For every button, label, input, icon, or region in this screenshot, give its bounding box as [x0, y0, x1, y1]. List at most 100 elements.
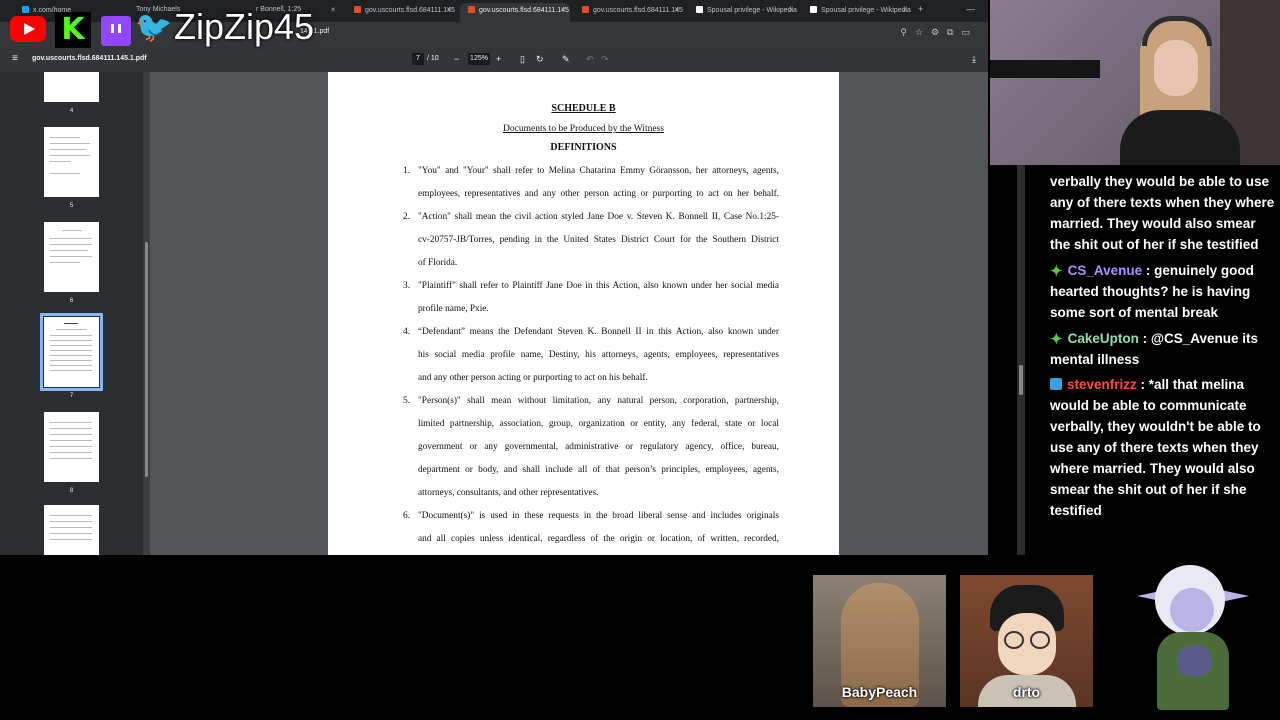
- text-line: cv-20757-JB/Torres, pending in the Unite…: [418, 235, 779, 245]
- pdf-viewer: 4 5 6 7 8 SCHEDULE B Documents to be Pro…: [0, 72, 988, 555]
- close-icon[interactable]: ✕: [674, 6, 680, 14]
- zoom-input[interactable]: 125%: [468, 53, 490, 65]
- page-scrollbar[interactable]: [1017, 165, 1025, 555]
- chat-username[interactable]: stevenfrizz: [1067, 377, 1137, 392]
- page-number-input[interactable]: 7: [412, 53, 424, 65]
- headset-icon: [1142, 16, 1212, 46]
- address-bar-icons[interactable]: ⚲☆⚙⧉▭: [900, 27, 978, 38]
- redo-icon[interactable]: ↷: [601, 54, 609, 65]
- chat-message: ✦ CakeUpton : @CS_Avenue its mental illne…: [1050, 328, 1278, 370]
- pdf-favicon-icon: [468, 6, 475, 13]
- chat-username[interactable]: CakeUpton: [1068, 331, 1139, 346]
- text-line: his social media profile name, Destiny, …: [418, 350, 779, 360]
- item-number: 3.: [403, 281, 411, 291]
- page-scroll-thumb[interactable]: [1019, 365, 1023, 395]
- thumbnail-label: 5: [69, 203, 74, 209]
- text-line: government or any governmental, administ…: [418, 442, 779, 452]
- plus-badge-icon: ✦: [1050, 331, 1063, 348]
- chat-separator: :: [1138, 331, 1151, 346]
- browser-window: x.com/home Tony Michaels r Bonnell, 1:25…: [0, 0, 988, 555]
- text-line: department or body, and shall include al…: [418, 465, 779, 475]
- annotate-icon[interactable]: ✎: [562, 54, 570, 65]
- streamer-webcam: [990, 0, 1280, 165]
- plus-badge-icon: ✦: [1050, 263, 1063, 280]
- text-line: “Defendant” means the Defendant Steven K…: [418, 327, 779, 337]
- pdf-favicon-icon: [582, 6, 589, 13]
- chat-separator: :: [1142, 263, 1155, 278]
- text-line: "Plaintiff" shall refer to Plaintiff Jan…: [418, 281, 779, 291]
- text-line: employees, representatives and any other…: [418, 189, 779, 199]
- tab-wiki-2[interactable]: Spousal privilege - Wikipedia ✕: [802, 3, 912, 22]
- chat-username[interactable]: CS_Avenue: [1068, 263, 1143, 278]
- zoom-in-icon[interactable]: +: [496, 54, 501, 64]
- minimize-button[interactable]: —: [966, 4, 975, 14]
- page-thumbnail[interactable]: [44, 505, 99, 555]
- kick-icon: K: [55, 12, 91, 48]
- text-line: limited partnership, association, group,…: [418, 419, 779, 429]
- thumbnail-label: 4: [69, 108, 74, 114]
- guest-cam-drto: drto: [960, 575, 1093, 707]
- zoom-out-icon[interactable]: −: [454, 54, 459, 64]
- page-thumbnail[interactable]: [44, 412, 99, 482]
- text-line: attorneys, consultants, and other repres…: [418, 488, 599, 498]
- page-thumbnail[interactable]: [44, 127, 99, 197]
- close-icon[interactable]: ✕: [446, 6, 452, 14]
- twitter-bird-icon: 🐦: [135, 11, 173, 44]
- wikipedia-favicon-icon: [810, 6, 817, 13]
- thumbnail-label: 6: [69, 298, 74, 304]
- text-line: and all copies unless identical, regardl…: [418, 534, 779, 544]
- tab-pdf-active[interactable]: gov.uscourts.flsd.684111.145 ✕: [460, 3, 570, 22]
- tab-pdf-3[interactable]: gov.uscourts.flsd.684111.145 ✕: [574, 3, 684, 22]
- item-number: 6.: [403, 511, 411, 521]
- tab-label: Spousal privilege - Wikipedia: [821, 7, 911, 14]
- chat-message: stevenfrizz : *all that melina would be …: [1050, 374, 1278, 521]
- chat-message-continuation: verbally they would be able to use any o…: [1050, 174, 1275, 252]
- thumbnail-sidebar: 4 5 6 7 8: [0, 72, 150, 555]
- wikipedia-favicon-icon: [696, 6, 703, 13]
- sidebar-scroll-thumb[interactable]: [145, 242, 148, 477]
- streamer-person: [1110, 10, 1240, 165]
- page-thumbnail[interactable]: [44, 222, 99, 292]
- guest-name: BabyPeach: [841, 684, 918, 700]
- undo-icon[interactable]: ↶: [586, 54, 594, 65]
- close-icon[interactable]: ✕: [560, 6, 566, 14]
- guest-name: drto: [1012, 684, 1041, 700]
- rotate-icon[interactable]: ↻: [536, 54, 544, 65]
- text-line: "You" and "Your" shall refer to Melina C…: [418, 166, 779, 176]
- chat-panel: verbally they would be able to use any o…: [1025, 165, 1280, 555]
- item-number: 2.: [403, 212, 411, 222]
- item-number: 5.: [403, 396, 411, 406]
- thumbnail-label: 8: [69, 488, 74, 494]
- menu-icon[interactable]: ≡: [12, 53, 18, 64]
- guest-cam-babypeach: BabyPeach: [813, 575, 946, 707]
- page-thumbnail[interactable]: [44, 72, 99, 102]
- tab-pdf-1[interactable]: gov.uscourts.flsd.684111.145 ✕: [346, 3, 456, 22]
- chat-text: *all that melina would be able to commun…: [1050, 377, 1261, 518]
- item-number: 1.: [403, 166, 411, 176]
- download-icon[interactable]: ⤓: [972, 54, 976, 65]
- tab-label: Spousal privilege - Wikipedia: [707, 7, 797, 14]
- definitions-heading: DEFINITIONS: [550, 142, 617, 153]
- twitch-icon: [101, 16, 131, 46]
- pdf-page: SCHEDULE B Documents to be Produced by t…: [328, 72, 839, 555]
- tab-label: gov.uscourts.flsd.684111.145: [593, 7, 683, 14]
- fit-page-icon[interactable]: ▯: [520, 54, 525, 65]
- pdf-toolbar: ≡ gov.uscourts.flsd.684111.145.1.pdf 7 /…: [0, 46, 988, 72]
- text-line: and any other person acting or purportin…: [418, 373, 648, 383]
- close-icon[interactable]: ✕: [902, 6, 908, 14]
- thumbnail-label: 7: [69, 393, 74, 399]
- subscriber-badge-icon: [1050, 378, 1062, 390]
- text-line: "Person(s)" shall mean without limitatio…: [418, 396, 779, 406]
- chat-message: ✦ CS_Avenue : genuinely good hearted thou…: [1050, 260, 1278, 323]
- tab-label: gov.uscourts.flsd.684111.145: [479, 7, 569, 14]
- close-icon[interactable]: ✕: [788, 6, 794, 14]
- text-line: of Florida.: [418, 258, 458, 268]
- keyboard-piano: [990, 60, 1100, 78]
- text-line: profile name, Pxie.: [418, 304, 489, 314]
- new-tab-button[interactable]: +: [918, 4, 923, 14]
- page-thumbnail-selected[interactable]: [40, 313, 103, 391]
- page-total: / 10: [427, 55, 439, 62]
- schedule-heading: SCHEDULE B: [551, 103, 616, 114]
- tab-wiki-1[interactable]: Spousal privilege - Wikipedia ✕: [688, 3, 798, 22]
- tab-label: gov.uscourts.flsd.684111.145: [365, 7, 455, 14]
